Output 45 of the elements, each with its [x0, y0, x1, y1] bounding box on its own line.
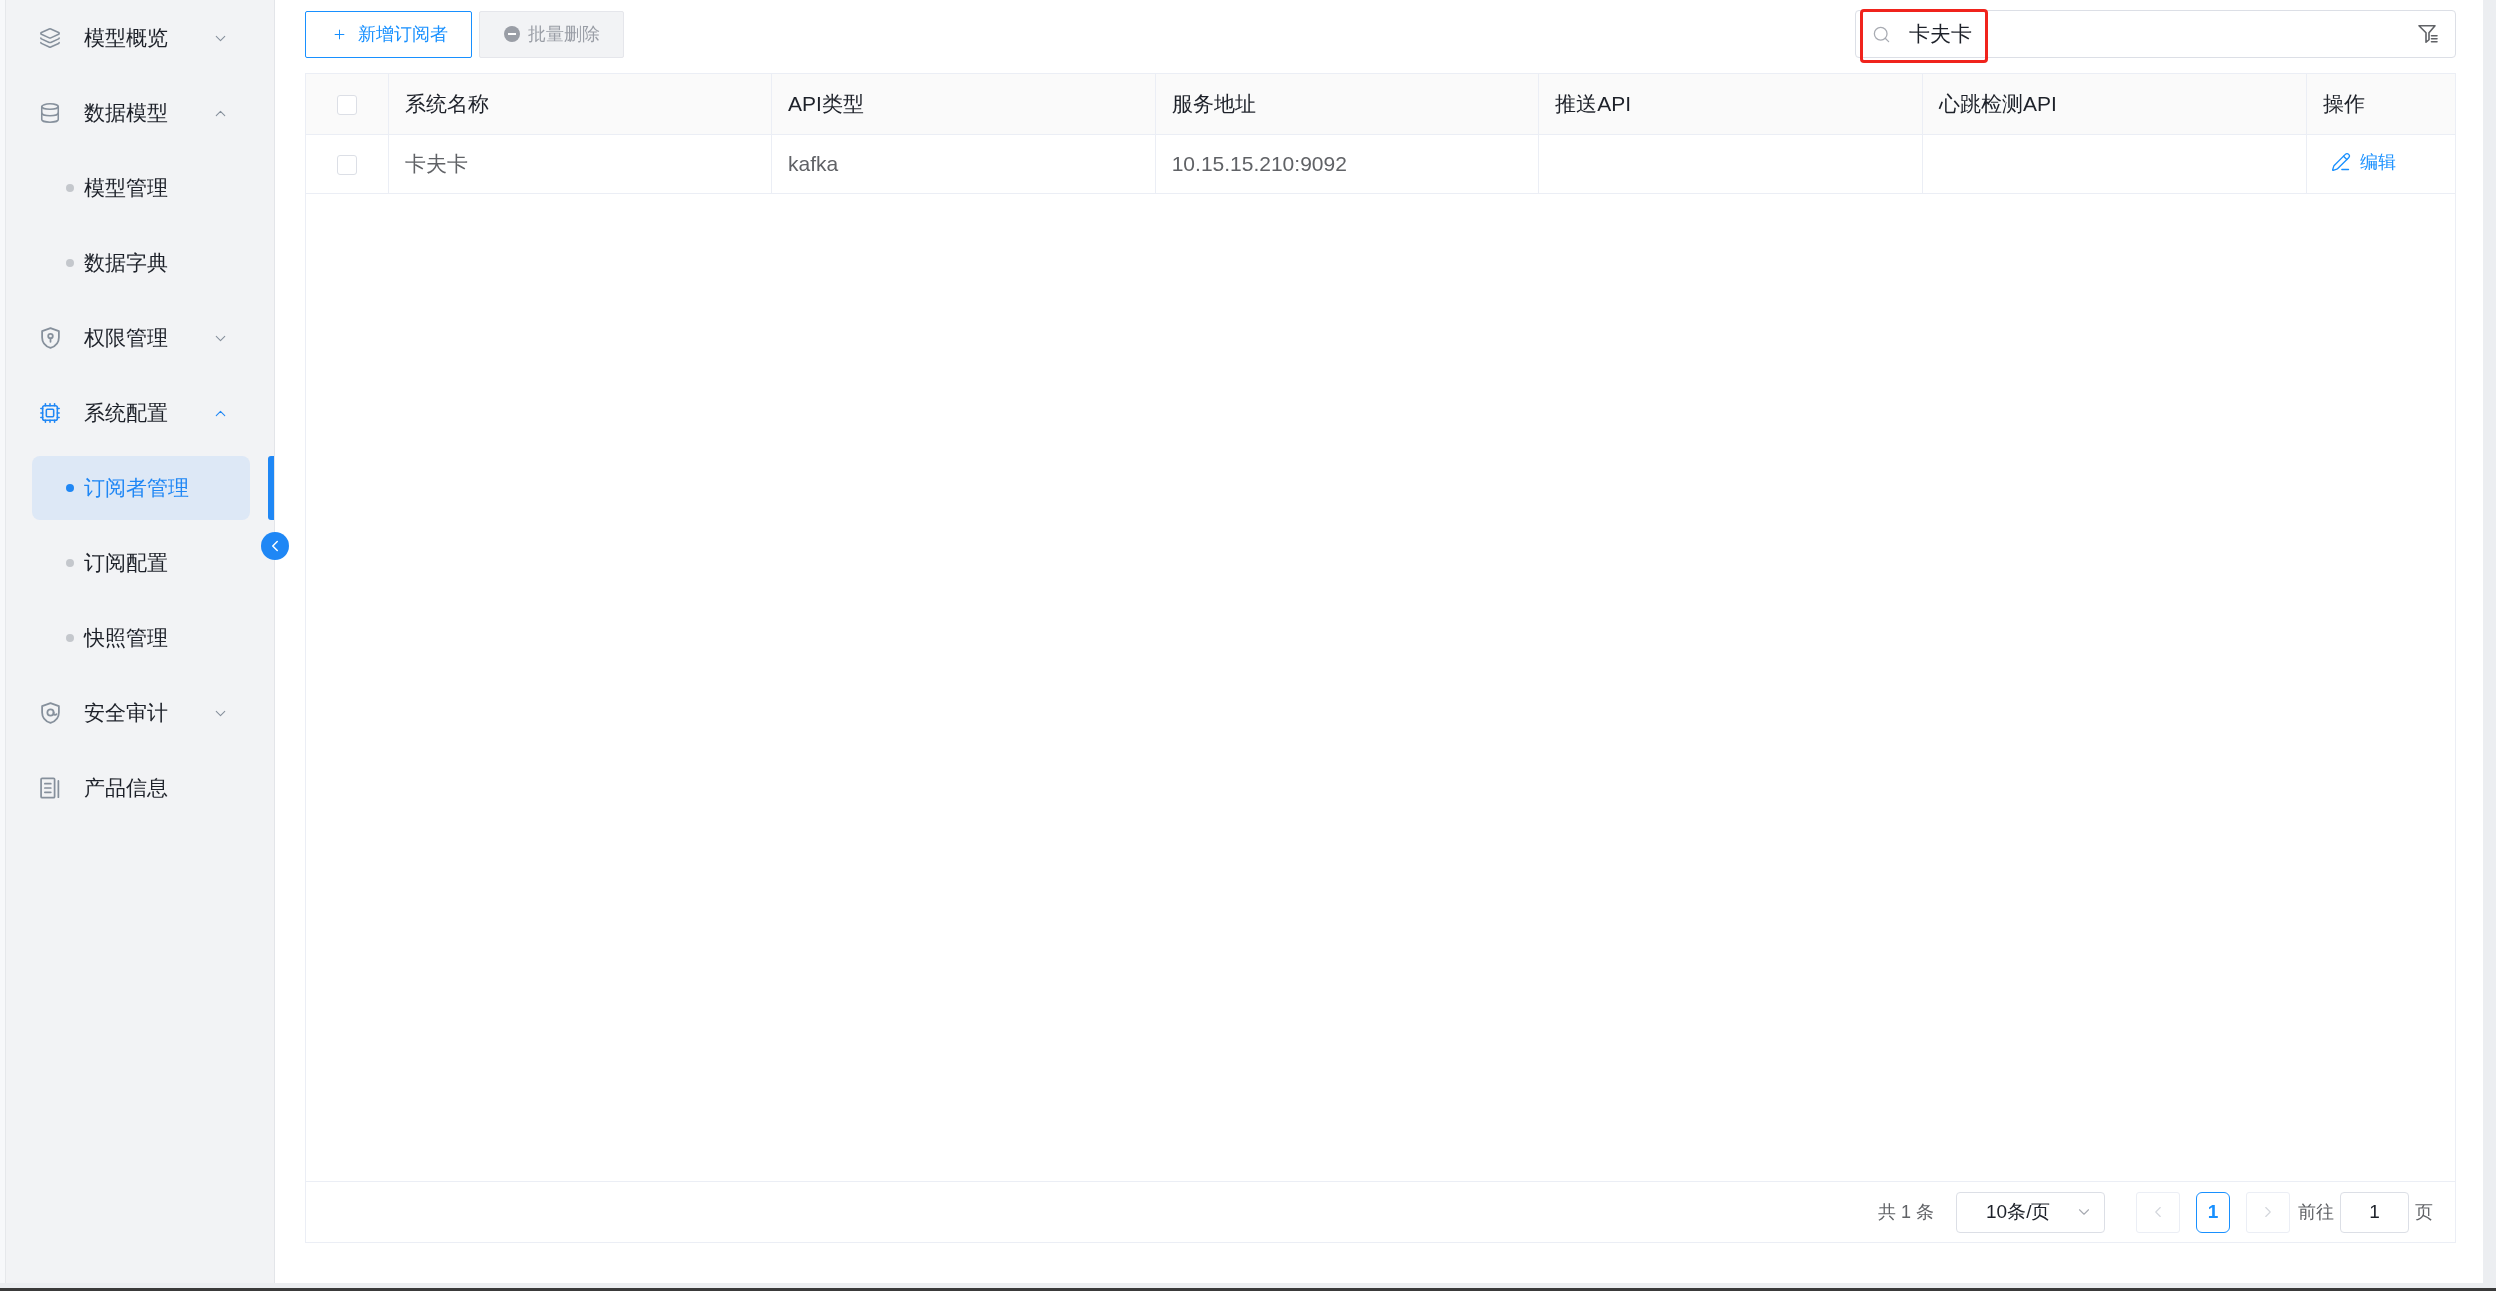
chip-icon — [39, 402, 61, 424]
table-cell: 10.15.15.210:9092 — [1155, 134, 1539, 193]
submenu-item[interactable]: 数据字典 — [32, 231, 250, 295]
menu-item[interactable]: 系统配置 — [32, 381, 250, 445]
column-header: 推送API — [1538, 74, 1923, 134]
pencil-icon — [2330, 152, 2351, 172]
bullet-icon — [66, 559, 74, 567]
page-input[interactable]: 1 — [2340, 1191, 2409, 1233]
collapse-button[interactable] — [261, 532, 289, 560]
menu-item[interactable]: 数据模型 — [32, 81, 250, 145]
column-header: 系统名称 — [388, 74, 772, 134]
search-icon — [1872, 24, 1891, 44]
column-header: 操作 — [2306, 74, 2455, 134]
plus-icon — [332, 26, 347, 42]
column-header: 服务地址 — [1155, 74, 1539, 134]
bullet-icon — [66, 634, 74, 642]
shield-icon — [40, 702, 60, 724]
submenu-item[interactable]: 快照管理 — [32, 606, 250, 670]
total-count: 共 1 条 — [1878, 1201, 1934, 1224]
menu-item[interactable]: 模型概览 — [32, 6, 250, 70]
submenu-item[interactable]: 订阅配置 — [32, 531, 250, 595]
filter-icon[interactable] — [2418, 24, 2438, 44]
database-icon — [39, 102, 61, 124]
minus-circle-icon — [504, 26, 520, 42]
table-cell: kafka — [771, 134, 1156, 193]
page-size-select[interactable]: 10条/页 — [1956, 1191, 2105, 1233]
active-indicator — [268, 456, 274, 520]
submenu-item[interactable]: 模型管理 — [32, 156, 250, 220]
bullet-icon — [66, 259, 74, 267]
goto-label: 前往 — [2298, 1201, 2334, 1224]
checkbox[interactable] — [336, 95, 357, 116]
layers-icon — [39, 27, 61, 49]
document-icon — [40, 777, 60, 799]
table-cell: 卡夫卡 — [388, 134, 772, 193]
checkbox[interactable] — [336, 154, 357, 175]
menu-item[interactable]: 产品信息 — [32, 756, 250, 820]
column-header: API类型 — [771, 74, 1156, 134]
shield-icon — [40, 327, 60, 349]
menu-item[interactable]: 安全审计 — [32, 681, 250, 745]
menu-item[interactable]: 权限管理 — [32, 306, 250, 370]
column-header: 心跳检测API — [1922, 74, 2306, 134]
page-unit-label: 页 — [2415, 1201, 2433, 1224]
search-input[interactable]: 卡夫卡 — [1909, 22, 2418, 46]
bullet-icon — [66, 484, 74, 492]
bullet-icon — [66, 184, 74, 192]
